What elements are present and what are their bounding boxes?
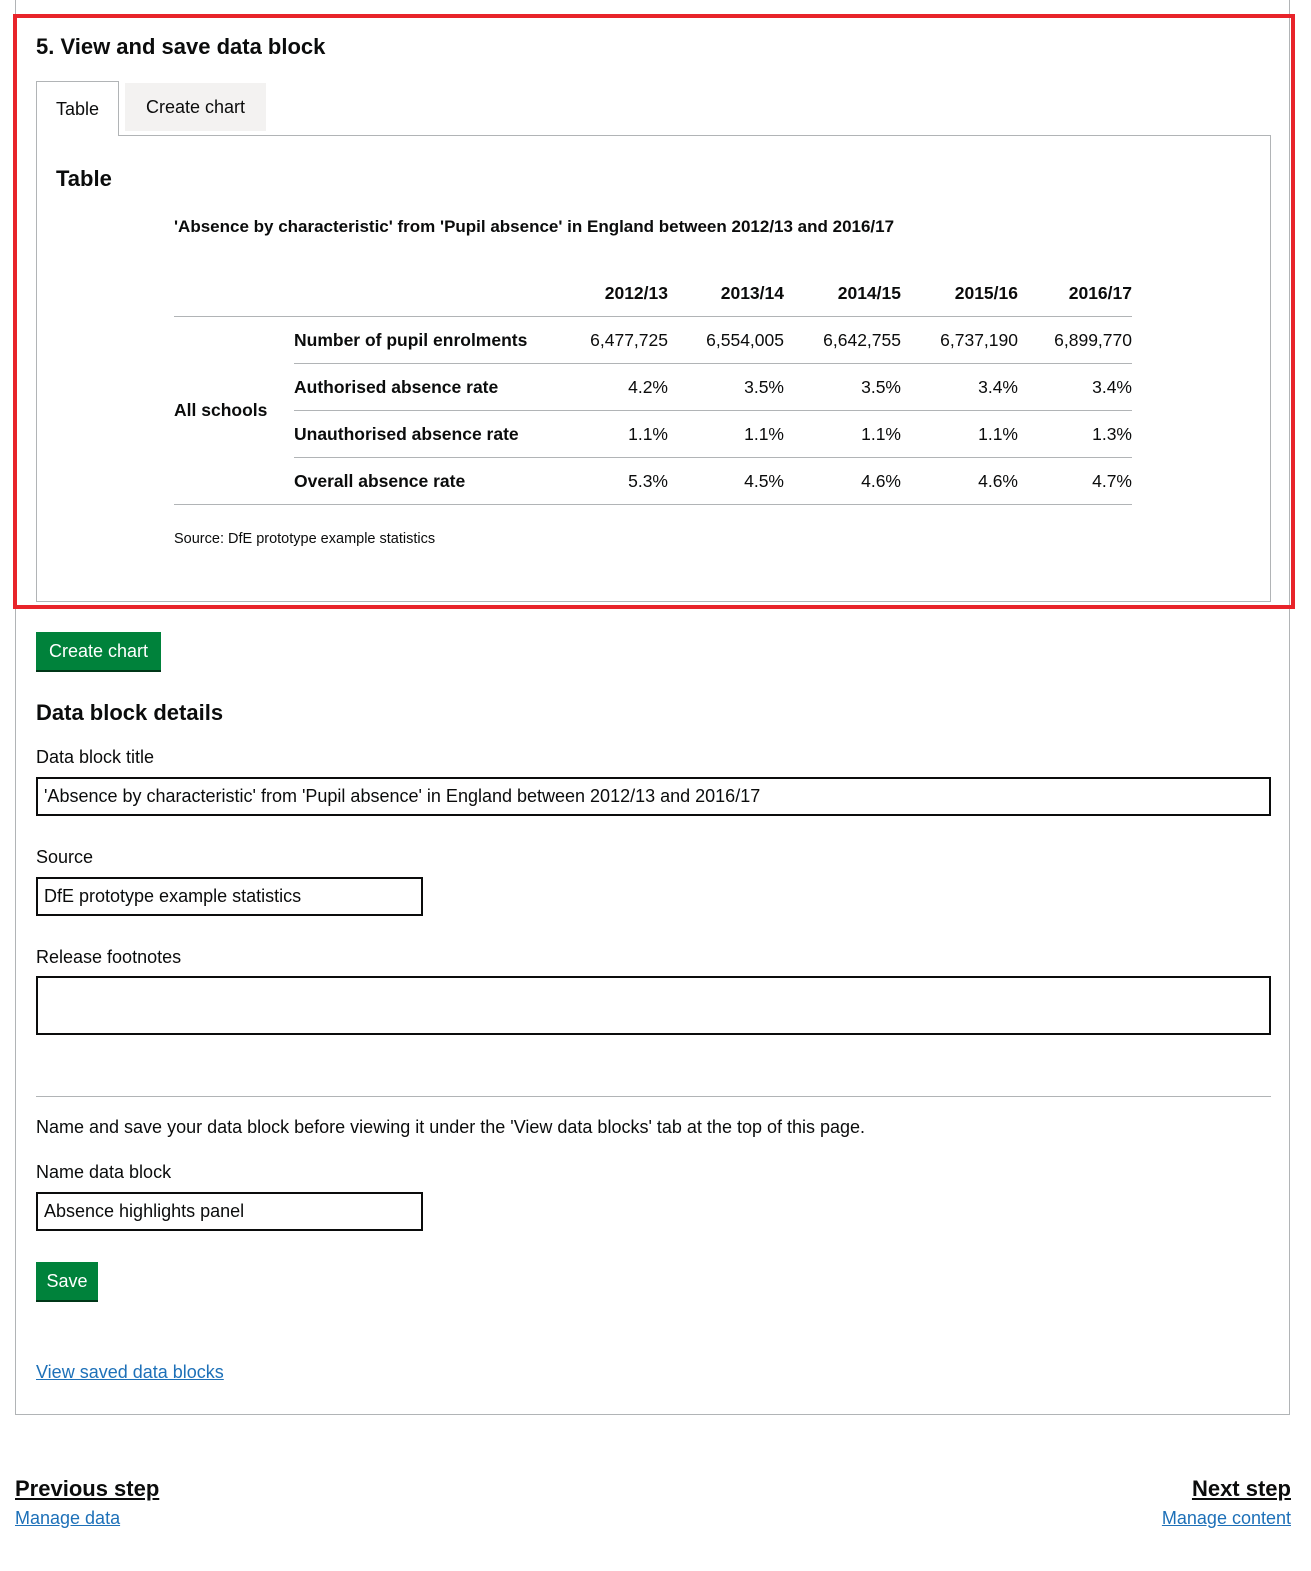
- section-divider: [36, 1096, 1271, 1097]
- create-chart-button[interactable]: Create chart: [36, 632, 161, 670]
- table-cell: 6,477,725: [552, 316, 668, 364]
- table-cell: 1.1%: [552, 410, 668, 458]
- column-header: 2015/16: [901, 270, 1018, 317]
- tab-create-chart[interactable]: Create chart: [125, 83, 266, 131]
- table-cell: 3.4%: [901, 363, 1018, 411]
- table-corner-cell: [174, 270, 294, 317]
- table-cell: 3.4%: [1018, 363, 1132, 411]
- row-header: Unauthorised absence rate: [294, 410, 552, 458]
- column-header: 2014/15: [784, 270, 901, 317]
- row-group-label: All schools: [174, 316, 294, 505]
- table-header-row: 2012/13 2013/14 2014/15 2015/16 2016/17: [174, 270, 1132, 317]
- save-note: Name and save your data block before vie…: [36, 1117, 866, 1137]
- next-step-link[interactable]: Next step: [1192, 1476, 1291, 1502]
- table-cell: 1.1%: [668, 410, 784, 458]
- table-cell: 1.1%: [784, 410, 901, 458]
- table-cell: 6,899,770: [1018, 316, 1132, 364]
- data-table: 2012/13 2013/14 2014/15 2015/16 2016/17 …: [174, 270, 1132, 505]
- source-input[interactable]: [36, 877, 423, 916]
- table-source: Source: DfE prototype example statistics: [174, 531, 436, 547]
- previous-step-link[interactable]: Previous step: [15, 1476, 159, 1502]
- table-cell: 4.5%: [668, 457, 784, 505]
- data-block-title-input[interactable]: [36, 777, 1271, 816]
- table-row: Unauthorised absence rate 1.1% 1.1% 1.1%…: [174, 410, 1132, 458]
- table-cell: 5.3%: [552, 457, 668, 505]
- table-cell: 3.5%: [784, 363, 901, 411]
- source-label: Source: [36, 847, 94, 867]
- table-panel-title: Table: [56, 166, 112, 191]
- table-cell: 1.1%: [901, 410, 1018, 458]
- table-corner-cell: [294, 270, 552, 317]
- save-button[interactable]: Save: [36, 1262, 98, 1300]
- name-data-block-input[interactable]: [36, 1192, 423, 1231]
- previous-step-sublink[interactable]: Manage data: [15, 1508, 120, 1529]
- table-row: Overall absence rate 5.3% 4.5% 4.6% 4.6%…: [174, 457, 1132, 505]
- table-cell: 4.7%: [1018, 457, 1132, 505]
- row-header: Authorised absence rate: [294, 363, 552, 411]
- table-cell: 4.6%: [901, 457, 1018, 505]
- table-cell: 6,554,005: [668, 316, 784, 364]
- column-header: 2013/14: [668, 270, 784, 317]
- table-row: All schools Number of pupil enrolments 6…: [174, 316, 1132, 505]
- table-cell: 1.3%: [1018, 410, 1132, 458]
- tab-table[interactable]: Table: [36, 81, 119, 136]
- details-heading: Data block details: [36, 700, 224, 725]
- row-header: Overall absence rate: [294, 457, 552, 505]
- row-header: Number of pupil enrolments: [294, 316, 552, 364]
- footnotes-textarea[interactable]: [36, 976, 1271, 1035]
- column-header: 2016/17: [1018, 270, 1132, 317]
- title-label: Data block title: [36, 747, 155, 767]
- view-saved-data-blocks-link[interactable]: View saved data blocks: [36, 1362, 224, 1383]
- table-cell: 3.5%: [668, 363, 784, 411]
- table-cell: 4.6%: [784, 457, 901, 505]
- table-cell: 4.2%: [552, 363, 668, 411]
- footnotes-label: Release footnotes: [36, 947, 182, 967]
- table-caption: 'Absence by characteristic' from 'Pupil …: [174, 217, 895, 236]
- table-row: Authorised absence rate 4.2% 3.5% 3.5% 3…: [174, 363, 1132, 411]
- column-header: 2012/13: [552, 270, 668, 317]
- table-cell: 6,737,190: [901, 316, 1018, 364]
- name-label: Name data block: [36, 1162, 172, 1182]
- next-step-sublink[interactable]: Manage content: [1162, 1508, 1291, 1529]
- step-heading: 5. View and save data block: [36, 34, 326, 59]
- table-cell: 6,642,755: [784, 316, 901, 364]
